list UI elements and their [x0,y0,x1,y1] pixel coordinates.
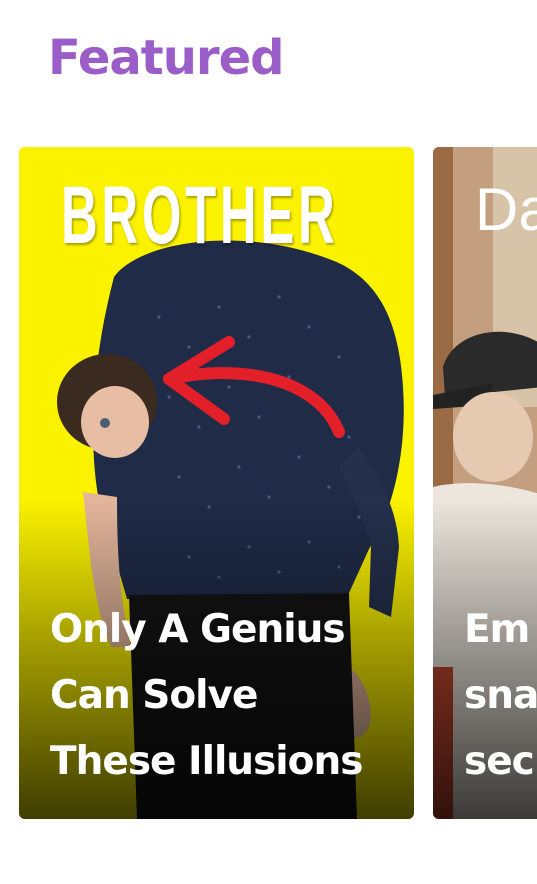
card-headline-line: Em [464,607,530,652]
card-overlay-word: BROTHER [61,170,339,261]
card-headline: Em sna sec [464,597,537,795]
featured-card-brother-illusions[interactable]: BROTHER Only A Genius Can Solve These Il… [19,147,414,819]
card-headline-line: These Illusions [50,739,363,784]
card-headline-line: Only A Genius [50,607,346,652]
card-headline-line: sna [464,673,537,718]
card-headline: Only A Genius Can Solve These Illusions [50,597,404,795]
featured-carousel[interactable]: BROTHER Only A Genius Can Solve These Il… [0,147,537,819]
card-headline-line: sec [464,739,535,784]
featured-card-partial[interactable]: Da Em sna sec [433,147,537,819]
card-overlay-word: Da [475,176,537,243]
section-title: Featured [48,30,284,86]
card-headline-line: Can Solve [50,673,258,718]
